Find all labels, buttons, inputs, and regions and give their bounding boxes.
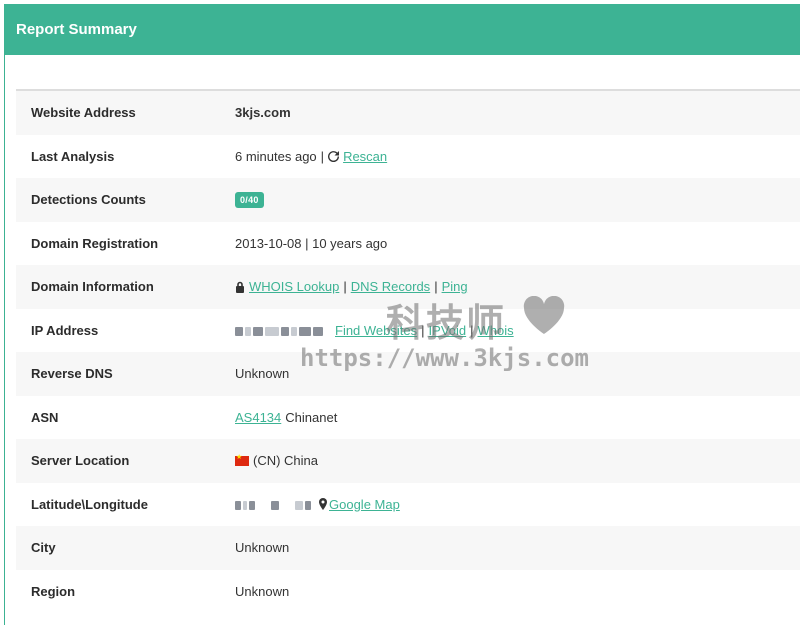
city-value: Unknown [235,540,290,556]
separator: | [320,148,325,164]
coordinates-masked [235,497,313,512]
lock-icon [235,281,245,293]
dns-records-link[interactable]: DNS Records [351,279,430,294]
reverse-dns-value: Unknown [235,366,290,382]
row-label: Domain Information [31,279,154,295]
summary-table: Website Address 3kjs.com Last Analysis 6… [16,89,800,613]
separator: | [421,322,425,338]
whois-lookup-link[interactable]: WHOIS Lookup [249,279,339,294]
table-row: ASN AS4134 Chinanet [16,396,800,440]
table-row: Website Address 3kjs.com [16,91,800,135]
table-row: IP Address Find Websites | IPVoid | Whoi… [16,309,800,353]
find-websites-link[interactable]: Find Websites [335,323,417,338]
whois-link[interactable]: Whois [478,323,514,338]
ipvoid-link[interactable]: IPVoid [429,323,467,338]
map-pin-icon [319,498,327,511]
detections-badge: 0/40 [235,191,264,208]
table-row: Latitude\Longitude Google Map [16,483,800,527]
table-row: City Unknown [16,526,800,570]
china-flag-icon [235,453,249,466]
row-label: Server Location [31,453,130,469]
report-summary-card: Report Summary Website Address 3kjs.com … [4,4,800,625]
row-label: Domain Registration [31,235,159,251]
separator: | [343,279,347,295]
separator: | [434,279,438,295]
table-row: Region Unknown [16,570,800,614]
row-label: Website Address [31,105,136,121]
ping-link[interactable]: Ping [442,279,468,294]
row-label: Reverse DNS [31,366,113,382]
row-label: Detections Counts [31,192,146,208]
region-value: Unknown [235,583,290,599]
table-row: Last Analysis 6 minutes ago | Rescan [16,135,800,179]
page-title: Report Summary [16,21,137,38]
refresh-icon[interactable] [328,150,340,162]
card-header: Report Summary [5,4,800,55]
ip-address-masked [235,323,325,338]
rescan-link[interactable]: Rescan [343,149,387,164]
separator: | [470,322,474,338]
row-label: ASN [31,409,59,425]
domain-registration-value: 2013-10-08 | 10 years ago [235,235,388,251]
last-analysis-value: 6 minutes ago [235,148,317,164]
row-label: Latitude\Longitude [31,496,148,512]
table-row: Detections Counts 0/40 [16,178,800,222]
server-location-value: (CN) China [253,453,319,469]
asn-link[interactable]: AS4134 [235,410,281,425]
asn-name: Chinanet [285,409,338,425]
table-row: Domain Information WHOIS Lookup | DNS Re… [16,265,800,309]
website-address-value: 3kjs.com [235,105,291,121]
row-label: City [31,540,56,556]
table-row: Domain Registration 2013-10-08 | 10 year… [16,222,800,266]
google-map-link[interactable]: Google Map [329,497,400,512]
row-label: IP Address [31,322,99,338]
table-row: Server Location (CN) China [16,439,800,483]
table-row: Reverse DNS Unknown [16,352,800,396]
row-label: Last Analysis [31,148,115,164]
row-label: Region [31,583,76,599]
